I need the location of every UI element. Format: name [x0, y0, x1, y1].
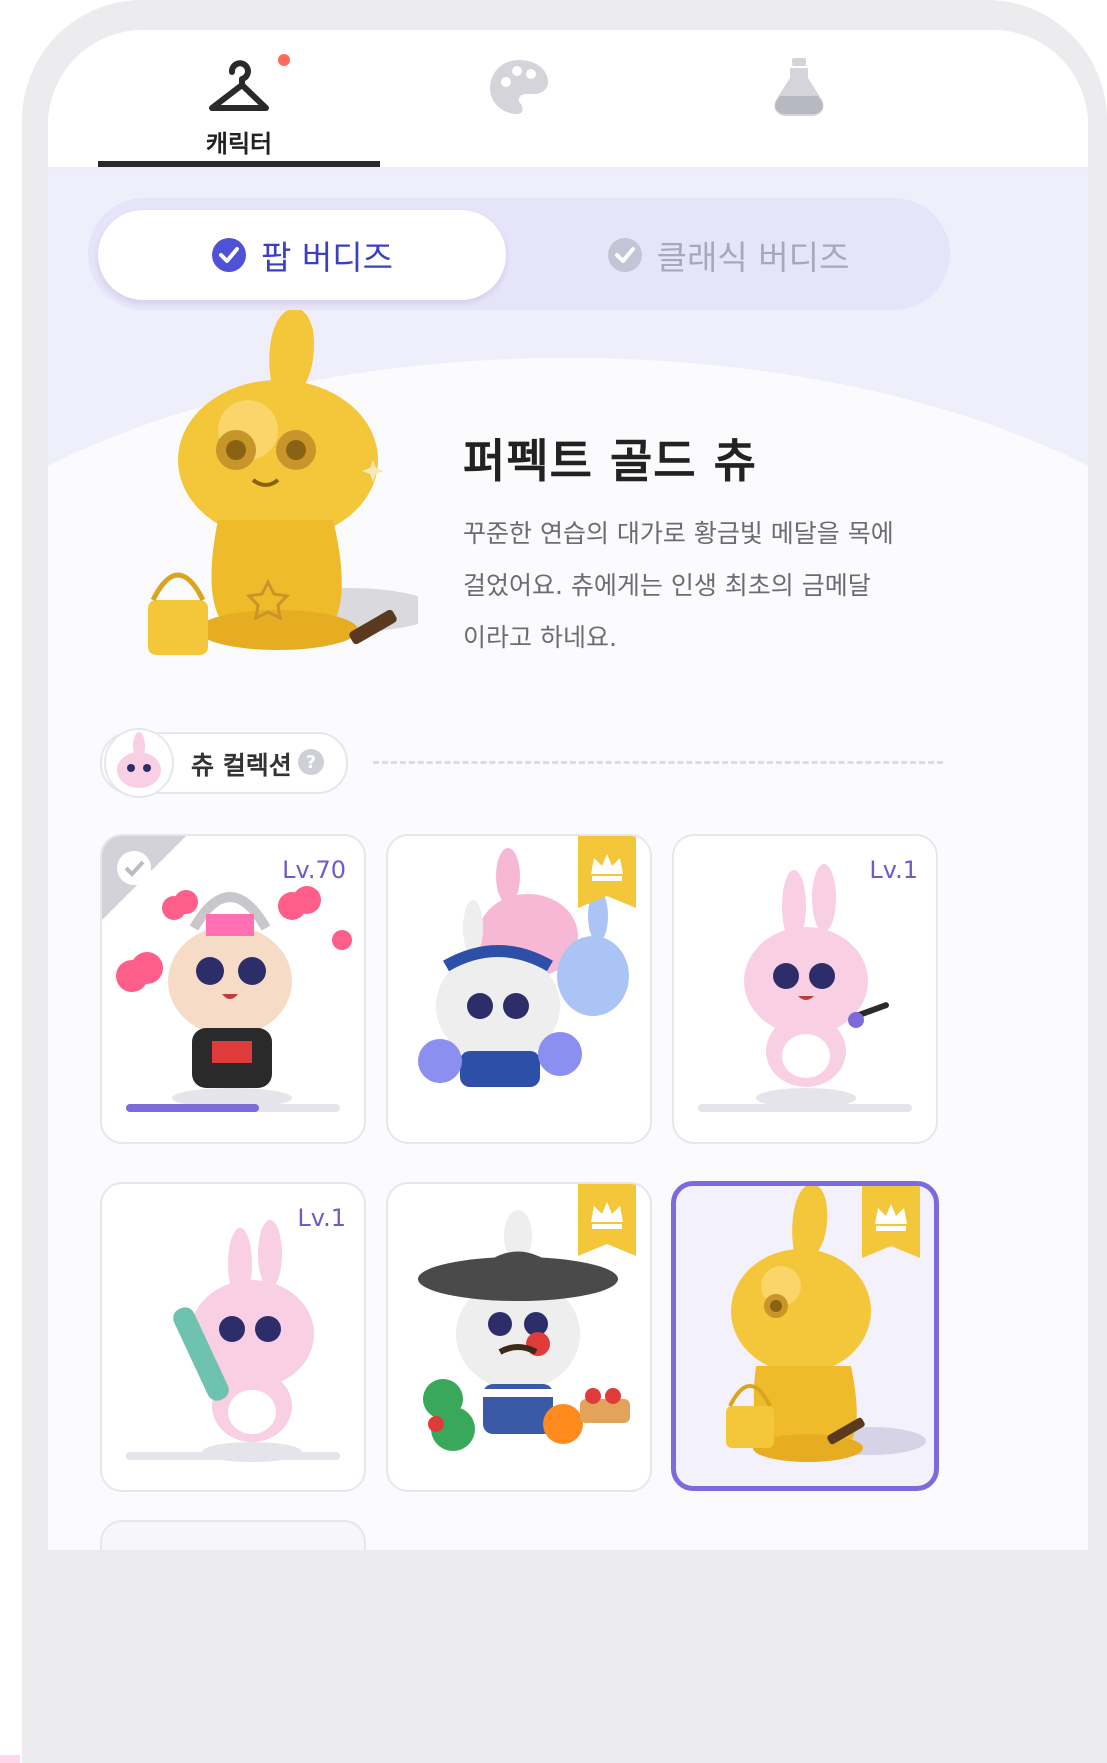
character-title: 퍼펙트 골드 츄: [463, 434, 757, 488]
segment-classic-label: 클래식 버디즈: [656, 238, 850, 277]
segment-pop-buddies[interactable]: 팝 버디즈: [98, 210, 506, 300]
segment-pop-label: 팝 버디즈: [261, 238, 393, 277]
character-card-selected[interactable]: [671, 1181, 939, 1491]
crown-icon: [862, 1186, 920, 1258]
check-circle-icon: [212, 238, 247, 272]
app-screen: 캐릭터 팝 버디즈 클래식 버디즈 퍼펙트 골드 츄 꾸준한 연습의 대가로 황…: [48, 30, 1088, 1550]
level-badge: Lv.1: [869, 856, 918, 884]
character-description: 꾸준한 연습의 대가로 황금빛 메달을 목에 걸었어요. 츄에게는 인생 최초의…: [463, 508, 983, 664]
level-progress-bar: [126, 1452, 340, 1460]
gold-chew-character: [148, 310, 418, 655]
collection-title: 츄 컬렉션: [191, 751, 292, 780]
crown-icon: [578, 1184, 636, 1256]
collection-avatar: [104, 728, 174, 798]
description-line: 걸었어요. 츄에게는 인생 최초의 금메달: [463, 571, 871, 600]
tab-potion[interactable]: [658, 30, 940, 167]
segment-classic-buddies[interactable]: 클래식 버디즈: [518, 210, 938, 300]
next-row-card: [100, 1520, 366, 1550]
tab-palette[interactable]: [378, 30, 660, 167]
description-line: 꾸준한 연습의 대가로 황금빛 메달을 목에: [463, 519, 894, 548]
level-progress-bar: [126, 1104, 340, 1112]
help-icon[interactable]: ?: [298, 749, 324, 775]
level-progress-bar: [698, 1104, 912, 1112]
description-line: 이라고 하네요.: [463, 623, 617, 652]
top-tab-bar: 캐릭터: [48, 30, 1088, 169]
character-card[interactable]: [386, 1182, 652, 1492]
level-badge: Lv.70: [282, 856, 346, 884]
potion-icon: [774, 58, 824, 116]
palette-icon: [490, 60, 548, 114]
character-card[interactable]: Lv.70: [100, 834, 366, 1144]
active-tab-indicator: [98, 161, 380, 167]
divider: [373, 761, 943, 764]
check-circle-icon: [607, 238, 642, 272]
notification-dot: [278, 54, 290, 66]
character-card[interactable]: Lv.1: [100, 1182, 366, 1492]
tab-character-label: 캐릭터: [205, 130, 273, 158]
edge-accent: [0, 1755, 20, 1763]
character-card[interactable]: [386, 834, 652, 1144]
progress-fill: [126, 1104, 259, 1112]
crown-icon: [578, 836, 636, 908]
hanger-icon: [209, 60, 269, 111]
level-badge: Lv.1: [297, 1204, 346, 1232]
owned-check-icon: [102, 836, 186, 920]
tab-character[interactable]: 캐릭터: [98, 30, 380, 167]
character-card[interactable]: Lv.1: [672, 834, 938, 1144]
